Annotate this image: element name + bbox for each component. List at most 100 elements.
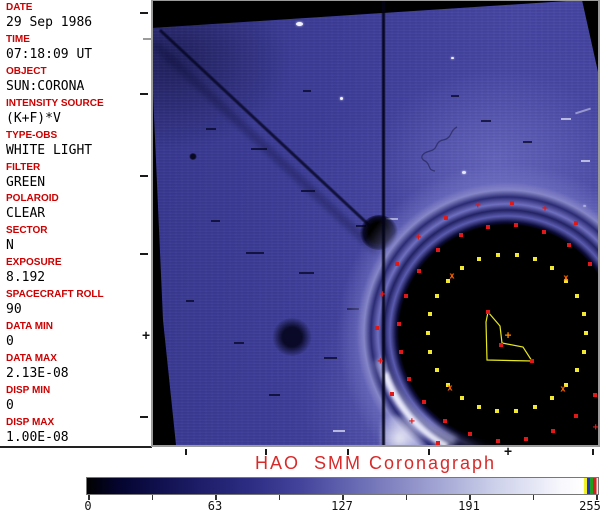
red-inner-ring-dot: [422, 400, 427, 405]
field-value: 8.192: [6, 270, 46, 286]
cross-mark: x: [560, 384, 566, 395]
field-label: TIME: [6, 33, 30, 45]
yellow-ring-dot: [495, 409, 500, 414]
metadata-row: DISP MAX 1.00E-08: [6, 417, 151, 445]
field-value: 0: [6, 397, 14, 413]
field-label: OBJECT: [6, 65, 47, 77]
field-value: 1.00E-08: [6, 429, 69, 445]
metadata-row: SECTOR N: [6, 225, 151, 253]
field-label: SECTOR: [6, 225, 48, 237]
field-value: 2.13E-08: [6, 365, 69, 381]
red-outer-ring-plus: +: [415, 231, 422, 243]
metadata-row: POLAROID CLEAR: [6, 193, 151, 221]
field-value: WHITE LIGHT: [6, 142, 93, 158]
red-outer-ring-dot: [443, 216, 448, 221]
field-label: SPACECRAFT ROLL: [6, 289, 104, 301]
red-outer-ring-plus: +: [592, 422, 599, 434]
field-value: N: [6, 238, 14, 254]
yellow-ring-dot: [435, 294, 440, 299]
fiducial-tick: [140, 175, 148, 177]
metadata-sidebar: DATE 29 Sep 1986 TIME 07:18:09 UT OBJECT SUN:…: [0, 0, 151, 447]
field-label: DATA MAX: [6, 352, 57, 364]
red-outer-ring-dot: [566, 445, 571, 447]
field-label: TYPE-OBS: [6, 129, 58, 141]
image-frame: +++++++++++++xxxx: [151, 0, 600, 447]
metadata-row: TIME 07:18:09 UT: [6, 34, 151, 62]
colorbar-tick-label: 191: [458, 499, 480, 512]
metadata-row: DATE 29 Sep 1986: [6, 2, 151, 30]
red-inner-ring-dot: [416, 269, 421, 274]
yellow-ring-dot: [574, 367, 579, 372]
red-inner-ring-dot: [486, 224, 491, 229]
cross-mark: x: [447, 383, 453, 394]
yellow-ring-dot: [581, 312, 586, 317]
yellow-ring-dot: [428, 349, 433, 354]
yellow-ring-dot: [583, 331, 588, 336]
field-value: 29 Sep 1986: [6, 15, 93, 30]
field-label: POLAROID: [6, 193, 59, 205]
metadata-row: DISP MIN 0: [6, 385, 151, 413]
red-inner-ring-dot: [566, 242, 571, 247]
cross-mark: +: [504, 328, 512, 342]
red-inner-ring-dot: [407, 376, 412, 381]
fiducial-tick: [140, 416, 148, 418]
fiducial-tick: [140, 93, 148, 95]
yellow-ring-dot: [514, 252, 519, 257]
metadata-row: TYPE-OBS WHITE LIGHT: [6, 130, 151, 158]
metadata-row: FILTER GREEN: [6, 162, 151, 190]
red-inner-ring-dot: [587, 261, 592, 266]
metadata-row: DATA MIN 0: [6, 321, 151, 349]
red-inner-ring-dot: [541, 229, 546, 234]
red-inner-ring-dot: [468, 432, 473, 437]
field-label: DATE: [6, 2, 33, 13]
red-inner-ring-dot: [403, 294, 408, 299]
field-value: SUN:CORONA: [6, 78, 85, 94]
field-label: DISP MAX: [6, 416, 55, 428]
metadata-row: EXPOSURE 8.192: [6, 257, 151, 285]
red-outer-ring-dot: [436, 441, 441, 446]
red-outer-ring-plus: +: [379, 288, 386, 300]
red-outer-ring-dot: [573, 220, 578, 225]
red-outer-ring-dot: [394, 262, 399, 267]
red-inner-ring-dot: [398, 349, 403, 354]
field-label: DISP MIN: [6, 384, 51, 396]
yellow-ring-dot: [514, 409, 519, 414]
field-value: 90: [6, 302, 22, 318]
yellow-ring-dot: [533, 257, 538, 262]
yellow-ring-dot: [434, 367, 439, 372]
yellow-ring-dot: [428, 311, 433, 316]
red-inner-ring-dot: [550, 428, 555, 433]
cross-mark: x: [449, 271, 455, 282]
red-outer-ring-plus: +: [541, 202, 549, 214]
field-value: CLEAR: [6, 206, 46, 222]
red-inner-ring-dot: [593, 392, 598, 397]
coronagraph-viewer: DATE 29 Sep 1986 TIME 07:18:09 UT OBJECT SUN:…: [0, 0, 600, 512]
field-value: 0: [6, 334, 14, 349]
polygon-vertex-dot: [499, 343, 503, 347]
calibration-marks-layer: +++++++++++++xxxx: [151, 0, 600, 447]
red-outer-ring-plus: +: [377, 356, 384, 368]
red-inner-ring-dot: [443, 419, 448, 424]
yellow-ring-dot: [426, 330, 430, 335]
red-inner-ring-dot: [495, 438, 500, 443]
cross-mark: x: [563, 273, 569, 284]
fiducial-tick: [140, 12, 148, 14]
red-outer-ring-dot: [375, 326, 380, 331]
red-outer-ring-dot: [390, 392, 395, 397]
colorbar-tick-label: 63: [207, 499, 223, 512]
yellow-ring-dot: [460, 265, 465, 270]
red-outer-ring-plus: +: [474, 200, 481, 212]
yellow-ring-dot: [532, 404, 537, 409]
yellow-ring-dot: [476, 404, 481, 409]
fiducial-tick: [140, 253, 148, 255]
red-outer-ring-dot: [509, 201, 514, 206]
sidebar-divider: [0, 446, 152, 448]
field-label: INTENSITY SOURCE: [6, 97, 104, 109]
field-value: (K+F)*V: [6, 110, 61, 126]
colorbar-tick-label: 0: [84, 499, 92, 512]
polygon-vertex-dot: [530, 359, 534, 363]
yellow-ring-dot: [581, 350, 586, 354]
red-inner-ring-dot: [397, 321, 402, 326]
colorbar-tick-label: 127: [331, 499, 353, 512]
red-inner-ring-dot: [523, 437, 528, 442]
